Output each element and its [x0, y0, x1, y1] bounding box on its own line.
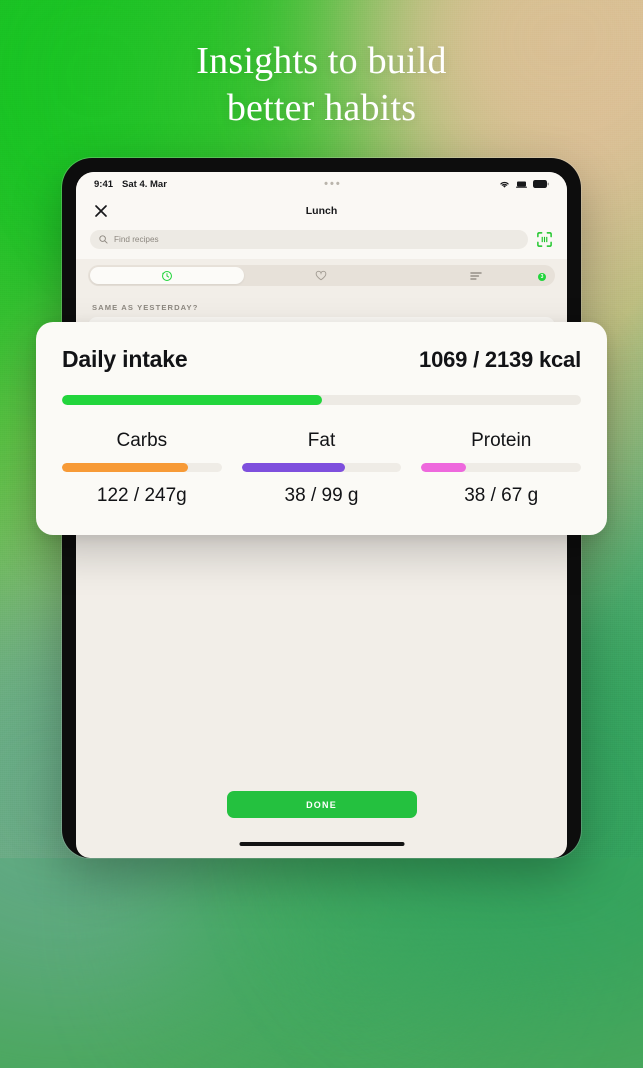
daily-intake-progress-track [62, 395, 581, 405]
macro-progress-fill [421, 463, 467, 472]
status-date: Sat 4. Mar [122, 178, 167, 190]
macro-progress-track [241, 463, 402, 472]
daily-intake-progress-fill [62, 395, 322, 405]
search-placeholder: Find recipes [114, 235, 159, 244]
nav-bar: Lunch [76, 196, 567, 226]
multitask-handle-icon[interactable]: ••• [167, 179, 499, 190]
macro-name: Fat [307, 430, 336, 451]
daily-intake-header: Daily intake 1069 / 2139 kcal [62, 346, 581, 373]
status-bar: 9:41 Sat 4. Mar ••• [76, 172, 567, 196]
battery-icon [533, 180, 549, 188]
history-clock-icon [162, 270, 173, 281]
section-label-same-as-yesterday: SAME AS YESTERDAY? [92, 303, 199, 312]
search-input[interactable]: Find recipes [90, 230, 528, 249]
marketing-headline: Insights to build better habits [0, 38, 643, 132]
macro-progress-fill [62, 463, 189, 472]
search-icon [99, 235, 108, 244]
macro-carbs: Carbs 122 / 247g [62, 430, 222, 507]
tab-bar: 3 [88, 265, 555, 286]
daily-intake-title: Daily intake [62, 346, 188, 372]
tab-history[interactable] [90, 267, 245, 284]
status-bar-left: 9:41 Sat 4. Mar [94, 179, 167, 190]
barcode-scan-icon[interactable] [536, 231, 553, 248]
search-row: Find recipes [76, 226, 567, 259]
status-time: 9:41 [94, 178, 114, 190]
macro-list: Carbs 122 / 247g Fat 38 / 99 g Protein 38 / 6… [62, 430, 582, 507]
macro-value: 122 / 247g [96, 485, 187, 506]
wifi-icon [500, 181, 509, 188]
heart-icon [316, 270, 327, 281]
macro-value: 38 / 99 g [284, 485, 359, 506]
daily-intake-value: 1069 / 2139 kcal [419, 347, 581, 372]
headline-line-1: Insights to build [196, 40, 447, 82]
done-button[interactable]: DONE [226, 791, 417, 818]
macro-name: Carbs [116, 430, 168, 451]
tab-bar-wrap: 3 [76, 259, 567, 286]
list-icon [470, 271, 482, 280]
tab-list[interactable]: 3 [399, 267, 553, 284]
macro-progress-fill [241, 463, 346, 472]
headline-line-2: better habits [226, 87, 417, 130]
macro-value: 38 / 67 g [464, 485, 539, 506]
macro-name: Protein [471, 430, 532, 451]
tab-favorites[interactable] [244, 267, 398, 284]
macro-fat: Fat 38 / 99 g [241, 430, 402, 507]
macro-progress-track [62, 463, 222, 472]
macro-protein: Protein 38 / 67 g [421, 430, 582, 507]
keyboard-icon [516, 181, 527, 188]
list-badge: 3 [537, 273, 546, 281]
daily-intake-card: Daily intake 1069 / 2139 kcal Carbs 122 /… [36, 322, 607, 535]
macro-progress-track [421, 463, 582, 472]
home-indicator [239, 842, 404, 846]
page-title: Lunch [305, 205, 338, 217]
status-bar-right [499, 180, 549, 189]
